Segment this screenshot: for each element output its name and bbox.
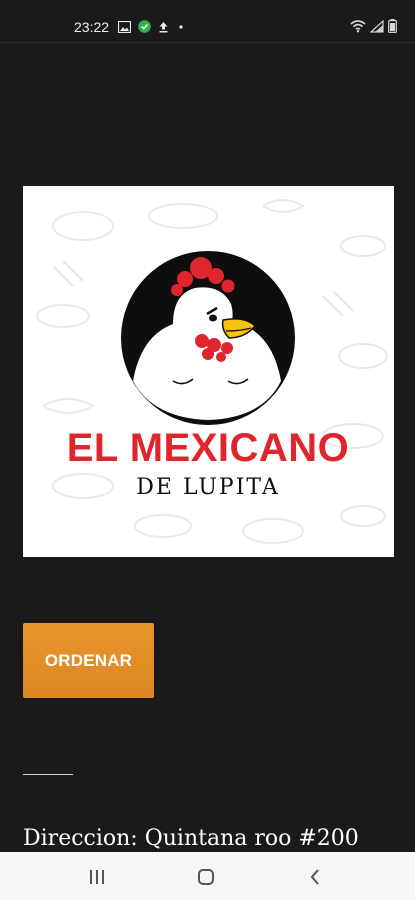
signal-icon (369, 19, 384, 38)
dot-icon (176, 20, 186, 38)
status-left-icons (117, 20, 186, 38)
back-icon[interactable] (302, 864, 328, 890)
status-right-icons (350, 19, 397, 38)
recent-apps-icon[interactable] (84, 864, 110, 890)
system-nav-bar (0, 852, 415, 900)
upload-icon (158, 20, 169, 38)
logo-subtitle: DE LUPITA (136, 475, 280, 500)
divider (23, 774, 73, 775)
address-text: Direccion: Quintana roo #200 (23, 826, 359, 851)
status-time: 23:22 (74, 19, 110, 35)
order-button[interactable]: ORDENAR (23, 623, 154, 698)
wifi-icon (350, 19, 366, 38)
logo-title: EL MEXICANO (67, 426, 350, 470)
home-icon[interactable] (193, 864, 219, 890)
battery-icon (388, 19, 397, 38)
logo-artwork: EL MEXICANO DE LUPITA (36, 199, 388, 544)
restaurant-logo: EL MEXICANO DE LUPITA (23, 186, 394, 557)
status-bar: 23:22 (0, 0, 415, 43)
check-badge-icon (138, 20, 151, 38)
gallery-icon (117, 20, 132, 38)
